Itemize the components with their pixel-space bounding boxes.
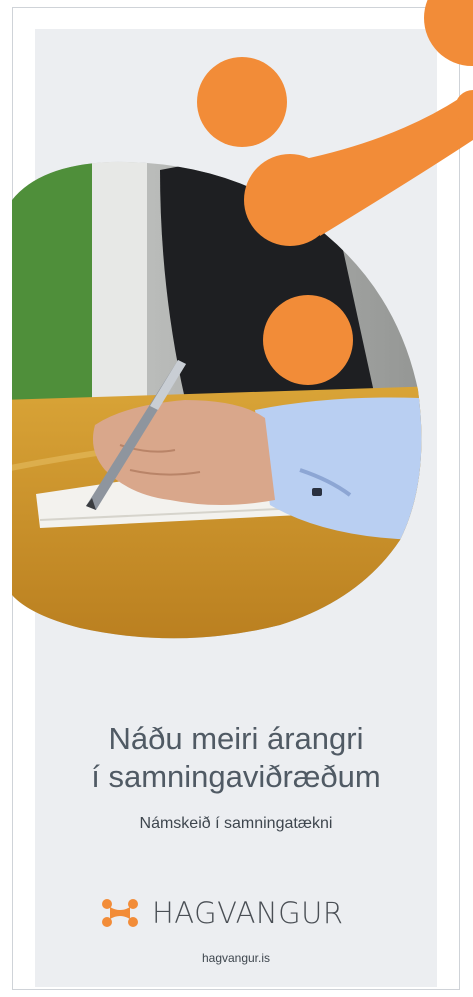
brochure-panel (35, 29, 437, 987)
hagvangur-logo-icon (102, 899, 138, 927)
brand-name: HAGVANGUR (152, 896, 344, 930)
website-link[interactable]: hagvangur.is (35, 951, 437, 965)
brand-logo: HAGVANGUR (100, 893, 343, 933)
headline-line-1: Náðu meiri árangri (108, 721, 364, 756)
headline-line-2: í samningaviðræðum (91, 759, 381, 794)
subtitle: Námskeið í samningatækni (139, 815, 333, 832)
